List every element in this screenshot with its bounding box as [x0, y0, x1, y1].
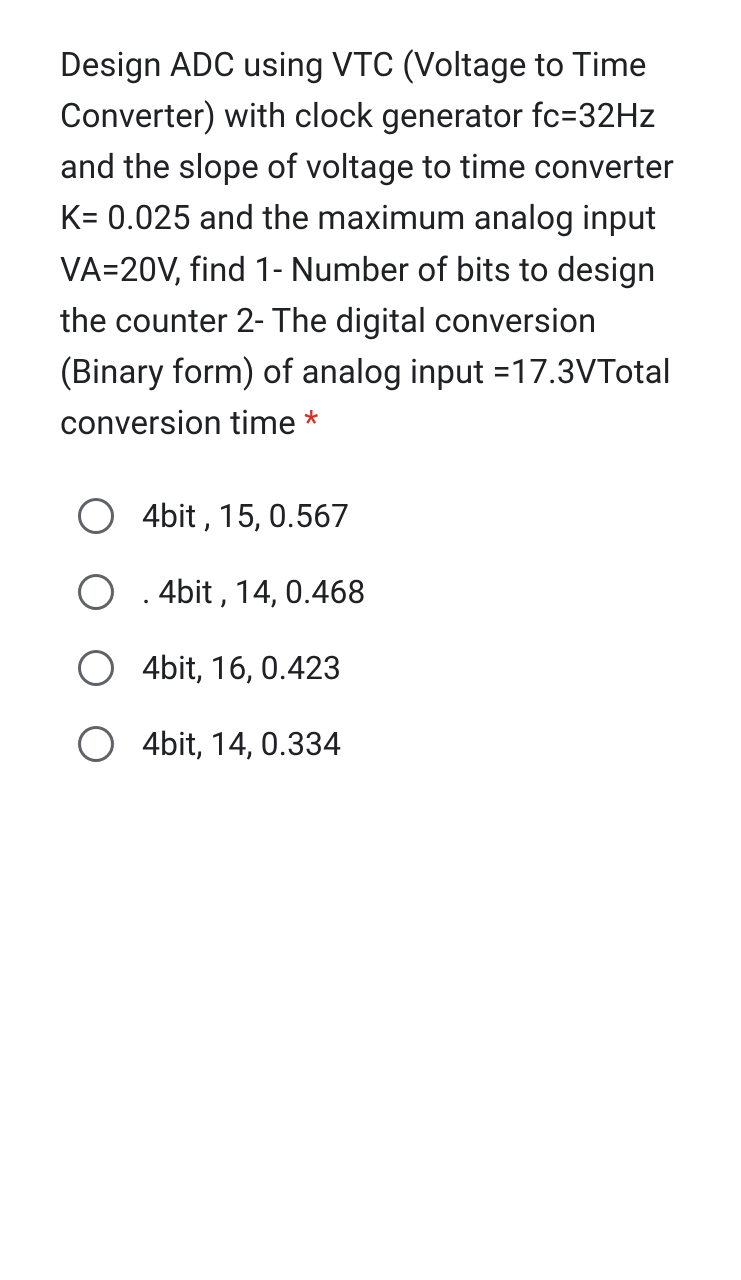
required-star: *	[304, 404, 318, 443]
radio-icon	[78, 650, 114, 686]
options-group: 4bit , 15, 0.567 . 4bit , 14, 0.468 4bit…	[60, 497, 691, 763]
radio-icon	[78, 498, 114, 534]
option-label: 4bit, 16, 0.423	[142, 649, 341, 687]
option-2[interactable]: . 4bit , 14, 0.468	[78, 573, 691, 611]
option-label: 4bit, 14, 0.334	[142, 725, 341, 763]
question-text: Design ADC using VTC (Voltage to Time Co…	[60, 40, 691, 449]
radio-icon	[78, 574, 114, 610]
option-label: 4bit , 15, 0.567	[142, 497, 349, 535]
question-body: Design ADC using VTC (Voltage to Time Co…	[60, 46, 674, 443]
radio-icon	[78, 726, 114, 762]
option-1[interactable]: 4bit , 15, 0.567	[78, 497, 691, 535]
option-4[interactable]: 4bit, 14, 0.334	[78, 725, 691, 763]
option-label: . 4bit , 14, 0.468	[142, 573, 365, 611]
option-3[interactable]: 4bit, 16, 0.423	[78, 649, 691, 687]
